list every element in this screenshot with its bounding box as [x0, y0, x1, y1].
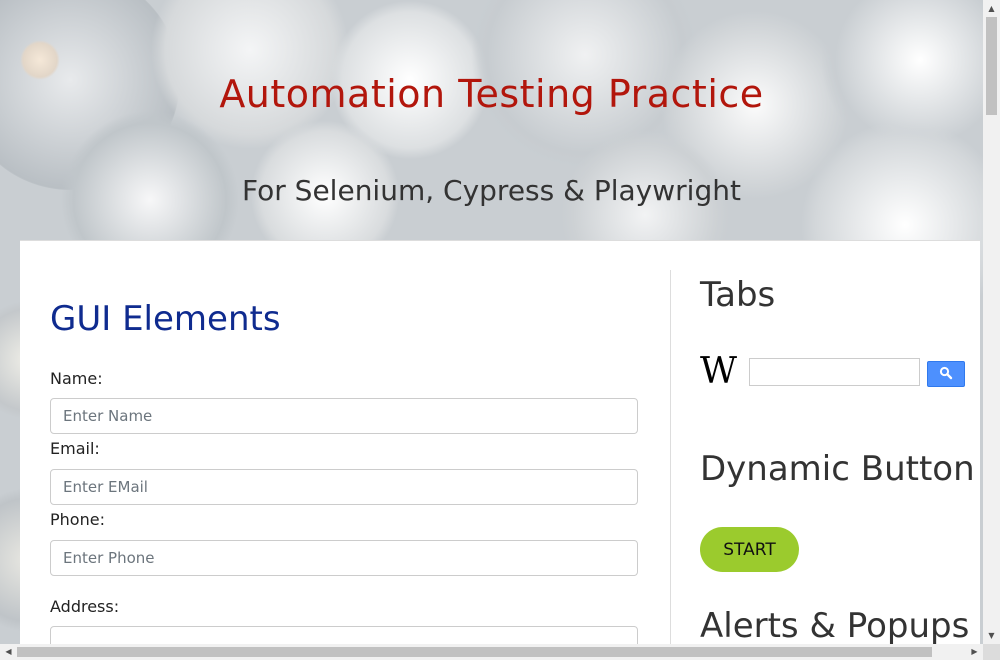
wikipedia-search-button[interactable]	[927, 361, 965, 387]
scroll-right-icon[interactable]: ▶	[966, 644, 983, 660]
search-icon	[939, 366, 953, 383]
main-content: GUI Elements Name: Email: Phone: Address…	[20, 240, 980, 660]
address-label: Address:	[50, 597, 120, 616]
email-label: Email:	[50, 439, 100, 458]
phone-label: Phone:	[50, 510, 105, 529]
scrollbar-corner	[983, 644, 1000, 660]
dynamic-button-title: Dynamic Button	[700, 449, 975, 489]
alerts-popups-title: Alerts & Popups	[700, 606, 970, 646]
site-title: Automation Testing Practice	[219, 72, 764, 116]
phone-input[interactable]	[50, 540, 638, 576]
gui-elements-section: GUI Elements Name: Email: Phone: Address…	[20, 241, 670, 660]
scroll-down-icon[interactable]: ▼	[983, 627, 1000, 644]
horizontal-scrollbar[interactable]: ◀ ▶	[0, 644, 983, 660]
site-header: Automation Testing Practice For Selenium…	[0, 0, 983, 240]
vertical-scrollbar[interactable]: ▲ ▼	[983, 0, 1000, 644]
scroll-left-icon[interactable]: ◀	[0, 644, 17, 660]
wikipedia-search-input[interactable]	[749, 358, 920, 386]
gui-elements-title: GUI Elements	[50, 299, 281, 339]
vertical-scrollbar-thumb[interactable]	[986, 17, 997, 115]
name-label: Name:	[50, 369, 103, 388]
scroll-up-icon[interactable]: ▲	[983, 0, 1000, 17]
tabs-title: Tabs	[700, 275, 776, 315]
start-button[interactable]: START	[700, 527, 799, 572]
horizontal-scrollbar-thumb[interactable]	[17, 647, 932, 657]
email-input[interactable]	[50, 469, 638, 505]
site-subtitle: For Selenium, Cypress & Playwright	[242, 174, 741, 207]
name-input[interactable]	[50, 398, 638, 434]
sidebar: Tabs W Dynamic Button START Alerts & Pop…	[671, 241, 980, 646]
wikipedia-logo-icon: W	[700, 351, 738, 392]
